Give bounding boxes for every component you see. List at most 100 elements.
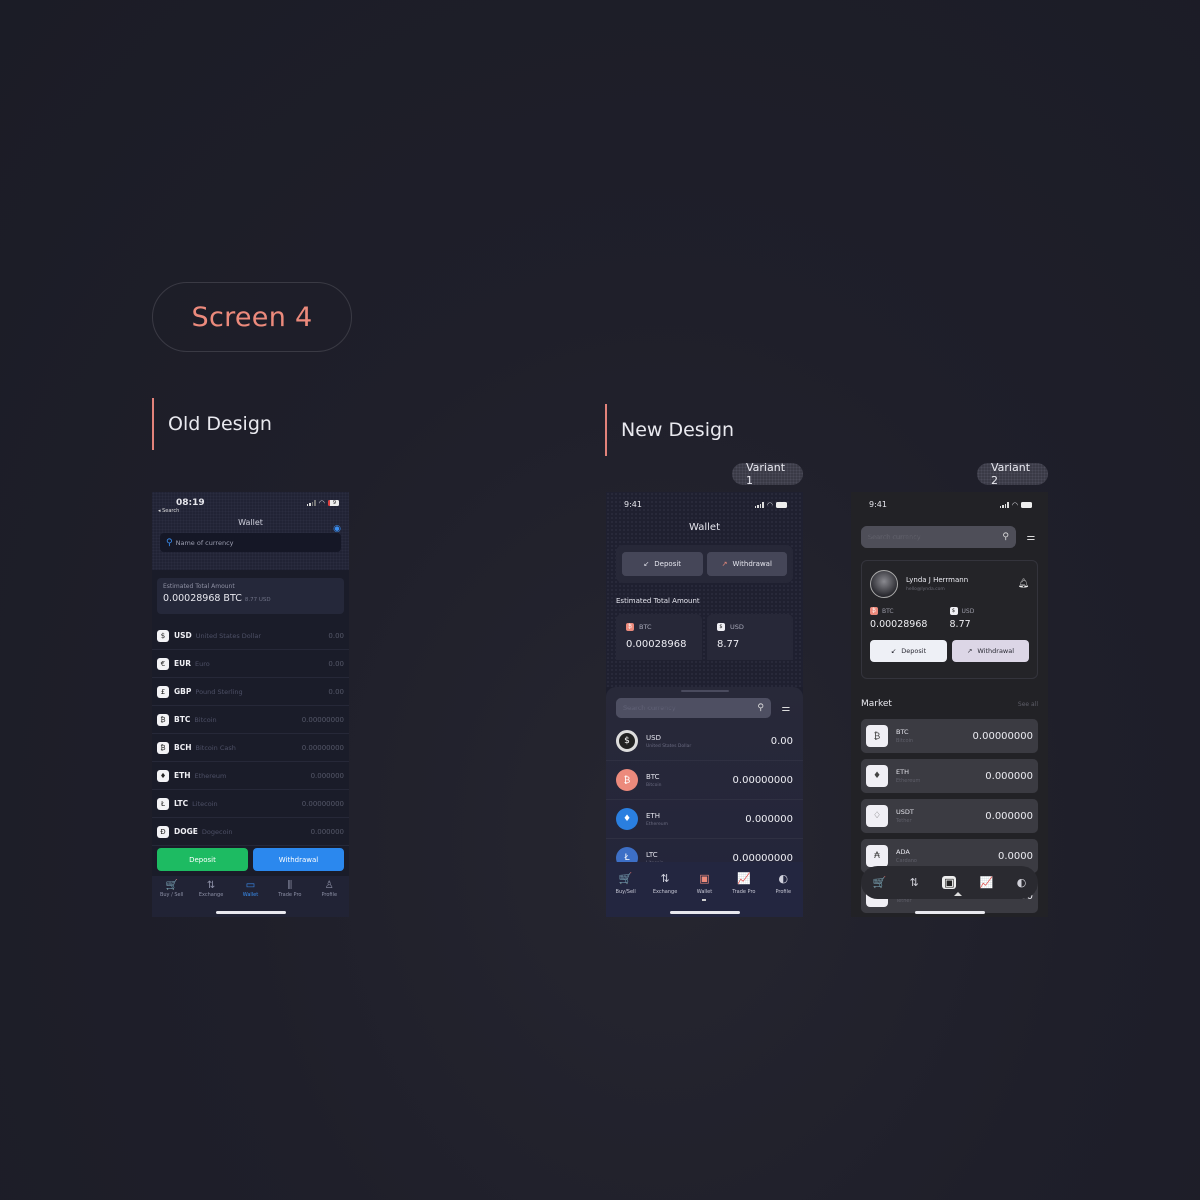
eth-icon: ♦ [157,769,169,782]
ada-icon: ₳ [866,845,888,867]
withdrawal-button[interactable]: ↗ Withdrawal [952,640,1029,662]
nav-label: Exchange [198,892,224,898]
currency-code: LTC [174,799,189,808]
total-value: 0.00028968 BTC [163,593,242,604]
nav-trade-pro-icon[interactable]: 📈 [980,876,994,889]
market-row[interactable]: ₿ BTC Bitcoin 0.00000000 [861,719,1038,753]
currency-row[interactable]: Ð DOGE Dogecoin 0.000000 [152,818,349,846]
nav-buy-sell-icon[interactable]: 🛒 [873,876,887,889]
buy-sell-icon: 🛒 [618,872,633,885]
back-to-search-link[interactable]: ◂ Search [152,508,205,514]
currency-row[interactable]: $ USD United States Dollar 0.00 [606,722,803,761]
deposit-button[interactable]: Deposit [157,848,248,871]
nav-item-profile[interactable]: ◐ Profile [765,872,801,917]
filter-icon[interactable]: ⚌ [779,703,793,714]
page-title: Wallet [238,518,263,527]
currency-code: ETH [646,811,660,820]
currency-name: Ethereum [194,771,227,780]
currency-name: Ethereum [896,778,921,784]
withdrawal-button[interactable]: ↗ Withdrawal [706,552,787,576]
currency-search-input[interactable]: Search currency ⚲ [861,526,1016,548]
market-row[interactable]: ♢ USDT Tether 0.000000 [861,799,1038,833]
btc-balance-card: ₿ BTC 0.00028968 [616,614,702,660]
nav-item-buy-sell[interactable]: 🛒 Buy/Sell [608,872,644,917]
currency-name: Cardano [896,858,917,864]
currency-amount: 0.00000000 [972,730,1033,742]
search-icon: ⚲ [166,537,173,548]
status-time: 08:19 [176,498,205,508]
search-icon: ⚲ [757,703,764,713]
arrow-up-right-icon: ↗ [966,647,973,655]
currency-code: GBP [174,687,192,696]
eur-icon: € [157,657,169,670]
currency-row[interactable]: € EUR Euro 0.00 [152,650,349,678]
nav-exchange-icon[interactable]: ⇅ [910,876,919,889]
bell-icon[interactable]: 🔔︎ [1018,579,1029,589]
currency-row[interactable]: ₿ BTC Bitcoin 0.00000000 [152,706,349,734]
profile-card: Lynda J Herrmann hello@lynda.com 🔔︎ ₿ BTC… [861,560,1038,679]
currency-amount: 0.000000 [985,770,1033,782]
arrow-up-right-icon: ↗ [721,560,728,568]
withdrawal-button[interactable]: Withdrawal [253,848,344,871]
user-name: Lynda J Herrmann [906,576,969,584]
variant-1-pill: Variant 1 [732,461,803,487]
currency-code: USD [646,733,661,742]
wifi-icon: ◠ [1011,500,1018,509]
page-title: Wallet [688,522,720,533]
withdrawal-label: Withdrawal [977,647,1015,655]
see-all-link[interactable]: See all [1018,701,1038,708]
signal-icon [754,501,764,508]
arrow-down-left-icon: ↙ [890,647,897,655]
currency-code: BTC [174,715,191,724]
currency-name: Ethereum [646,821,668,827]
currency-code: DOGE [174,827,198,836]
currency-code: EUR [174,659,191,668]
btc-label: BTC [882,607,894,615]
home-indicator [914,911,985,914]
currency-name-block: BTC Bitcoin [896,728,973,744]
currency-code: USD [174,631,192,640]
variant-1-phone: 9:41 ◠ Wallet ↙ Deposit ↗ Withdrawal Estim… [606,492,803,917]
old-design-phone: 08:19 ◂ Search ◠ 9 Wallet ◉ ⚲ Name of cu… [152,492,349,917]
currency-row[interactable]: ₿ BTC Bitcoin 0.00000000 [606,761,803,800]
usd-label: USD [730,623,744,631]
nav-label: Profile [775,889,792,895]
btc-icon: ₿ [870,607,878,615]
action-box: ↙ Deposit ↗ Withdrawal [616,545,793,583]
currency-name: United States Dollar [195,631,262,640]
usd-icon: $ [717,623,725,631]
sheet-grab-handle[interactable] [680,690,729,692]
eye-icon[interactable]: ◉ [333,524,341,534]
deposit-label: Deposit [654,560,682,568]
nav-item-profile[interactable]: ♙ Profile [311,880,347,917]
user-email: hello@lynda.com [906,587,945,592]
ltc-icon: Ł [157,797,169,810]
market-row[interactable]: ♦ ETH Ethereum 0.000000 [861,759,1038,793]
bch-icon: ₿ [157,741,169,754]
currency-amount: 0.0000 [998,850,1033,862]
currency-row[interactable]: Ł LTCLitecoin 0.00000000 [152,790,349,818]
currency-amount: 0.000000 [745,813,793,825]
nav-wallet-icon[interactable]: ▣ [942,876,957,889]
currency-list: $ USD United States Dollar 0.00 € EUR Euro 0.00… [152,622,349,846]
currency-name-block: ETH Ethereum [896,768,985,784]
currency-row[interactable]: ♦ ETH Ethereum 0.000000 [606,800,803,839]
currency-row[interactable]: £ GBP Pound Sterling 0.00 [152,678,349,706]
nav-label: Buy / Sell [159,892,184,898]
currency-amount: 0.00 [770,735,793,747]
nav-profile-icon[interactable]: ◐ [1017,876,1027,889]
currency-name: Bitcoin [646,782,662,788]
avatar[interactable] [870,570,898,598]
currency-name-block: ADA Cardano [896,848,998,864]
deposit-button[interactable]: ↙ Deposit [622,552,703,576]
currency-search-input[interactable]: ⚲ Name of currency [160,533,341,552]
currency-name: Bitcoin Cash [195,743,236,752]
deposit-button[interactable]: ↙ Deposit [870,640,947,662]
status-time: 9:41 [869,500,887,509]
currency-row[interactable]: $ USD United States Dollar 0.00 [152,622,349,650]
filter-icon[interactable]: ⚌ [1024,532,1038,543]
nav-item-buy-sell[interactable]: 🛒 Buy / Sell [154,880,190,917]
currency-row[interactable]: ₿ BCH Bitcoin Cash 0.00000000 [152,734,349,762]
currency-row[interactable]: ♦ ETH Ethereum 0.000000 [152,762,349,790]
currency-search-input[interactable]: Search currency ⚲ [616,698,771,718]
